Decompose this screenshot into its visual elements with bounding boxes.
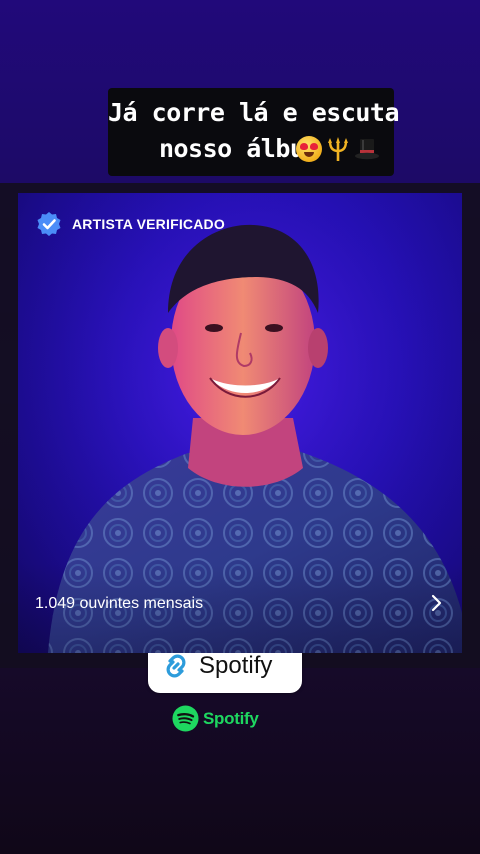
caption-emojis [296, 136, 380, 162]
top-hat-icon [354, 136, 380, 162]
artist-card[interactable]: ARTISTA VERIFICADO 1.049 ouvintes mensai… [18, 193, 462, 653]
chevron-right-icon[interactable] [430, 593, 444, 613]
verified-row: ARTISTA VERIFICADO [36, 211, 225, 237]
spotify-wordmark: Spotify [203, 708, 259, 728]
link-icon [161, 651, 191, 681]
caption-line-1: Já corre lá e escuta [108, 98, 400, 127]
spotify-brand: Spotify [172, 705, 259, 732]
smiling-face-with-heart-eyes-icon [296, 136, 322, 162]
verified-artist-label: ARTISTA VERIFICADO [72, 216, 225, 232]
monthly-listeners: 1.049 ouvintes mensais [35, 595, 204, 612]
story-caption: Já corre lá e escuta nosso álbum [108, 88, 400, 176]
link-sticker-label: Spotify [199, 652, 273, 679]
trident-icon [325, 136, 351, 162]
spotify-logo-icon [172, 705, 199, 732]
verified-badge-icon [36, 211, 62, 237]
